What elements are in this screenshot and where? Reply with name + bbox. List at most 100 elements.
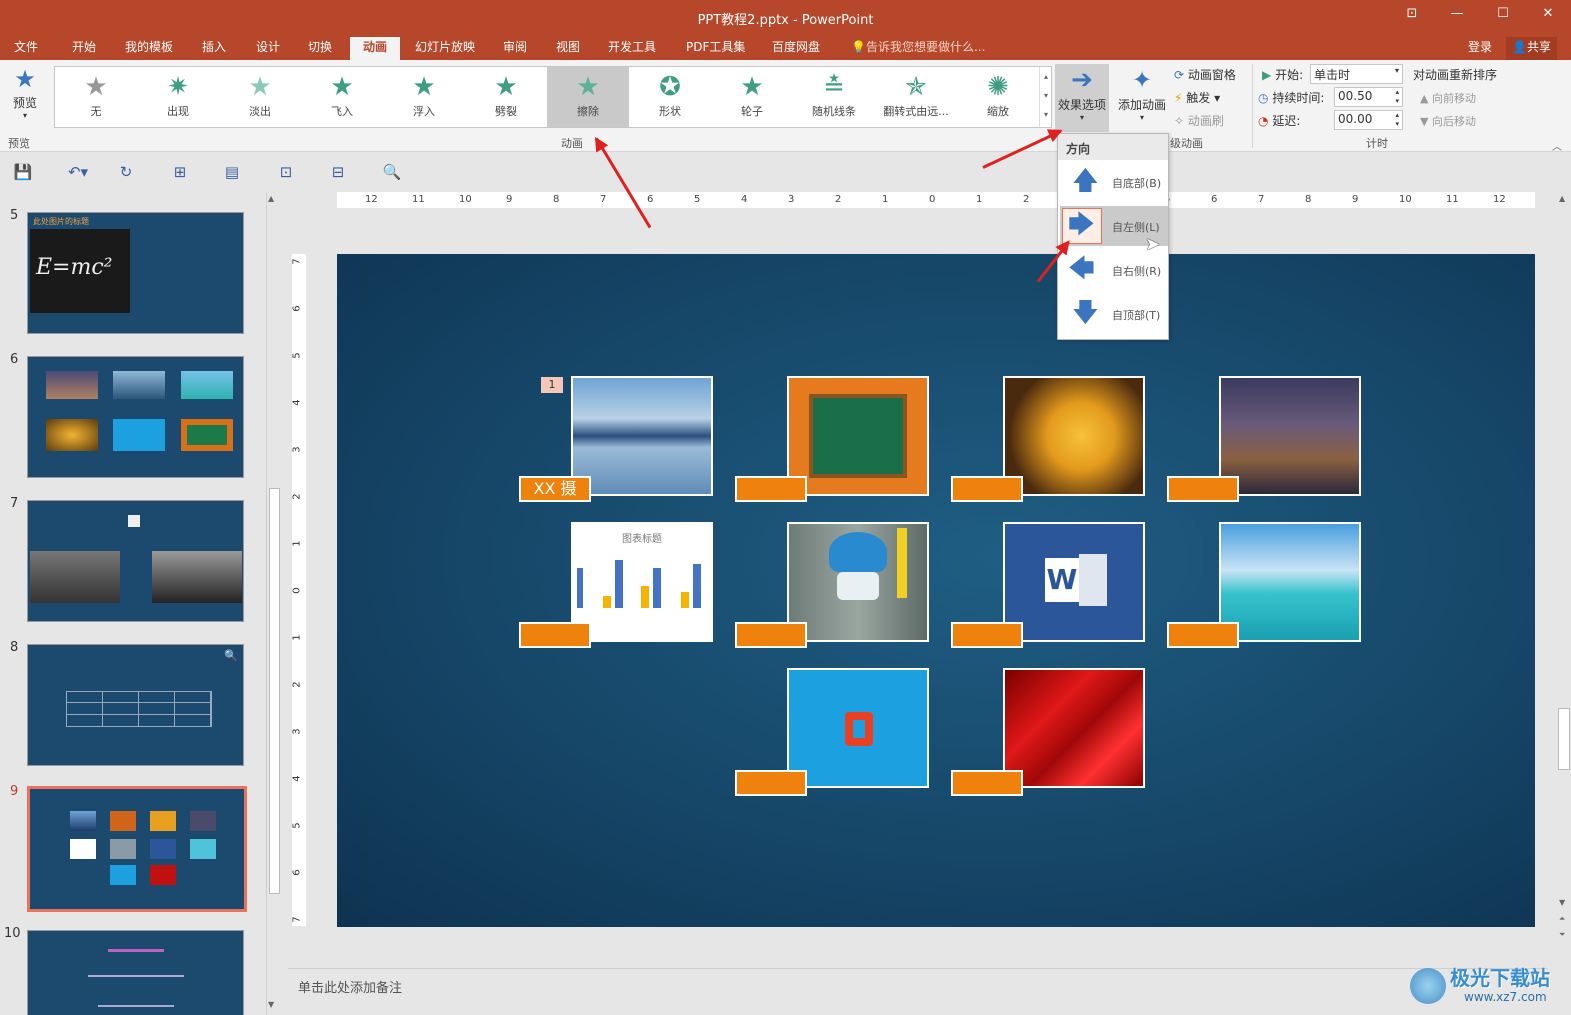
layout-icon[interactable]: ▤ [222,162,242,182]
animation-pane-button[interactable]: ⟳ 动画窗格 [1174,66,1236,83]
trigger-button[interactable]: ⚡ 触发 ▾ [1174,89,1220,106]
animation-none[interactable]: ★ 无 [55,67,137,127]
scrollbar-thumb[interactable] [1558,708,1570,770]
present-icon[interactable]: ⊟ [328,162,348,182]
gallery-scroll[interactable]: ▴ ▾ ▾ [1039,67,1052,127]
move-later-button[interactable]: ▼ 向后移动 [1420,113,1476,129]
duration-stepper[interactable]: 00.50 ▴ ▾ [1334,87,1403,107]
tab-transitions[interactable]: 切换 [302,37,338,60]
animation-float-in[interactable]: ★ 浮入 [383,67,465,127]
caption-box[interactable] [951,770,1023,796]
caption-box[interactable]: XX 摄 [519,476,591,502]
caption-box[interactable] [1167,622,1239,648]
direction-from-top[interactable]: 🡇 自顶部(T) [1060,294,1168,334]
notes-placeholder: 单击此处添加备注 [298,981,403,996]
scroll-down-icon[interactable]: ▼ [1559,898,1565,907]
slide-scrollbar[interactable]: ▲ ▼ ⏶ ⏷ [1556,192,1571,952]
tab-file[interactable]: 文件 [8,37,44,60]
move-earlier-button[interactable]: ▲ 向前移动 [1420,90,1476,106]
login-link[interactable]: 登录 [1462,37,1498,60]
slide-thumb-7[interactable] [27,500,244,622]
caption-box[interactable] [735,770,807,796]
photo-city-night[interactable] [1219,376,1361,496]
new-slide-icon[interactable]: ⊞ [170,162,190,182]
tab-baidu-netdisk[interactable]: 百度网盘 [766,37,826,60]
direction-from-right[interactable]: 🡄 自右侧(R) [1060,250,1168,290]
prev-slide-icon[interactable]: ⏶ [1559,914,1565,924]
slide-thumb-5[interactable]: 此处图片的标题 E=mc² [27,212,244,334]
redo-icon[interactable]: ↻ [116,162,136,182]
photo-chalkboard[interactable] [787,376,929,496]
photo-beach[interactable] [1219,522,1361,642]
tab-slideshow[interactable]: 幻灯片放映 [409,37,481,60]
caption-box[interactable] [735,622,807,648]
caption-box[interactable] [951,622,1023,648]
delay-stepper[interactable]: 00.00 ▴ ▾ [1334,110,1403,130]
slide-canvas[interactable]: 1 XX 摄 图表标题 W [337,254,1535,927]
preview-button[interactable]: ★ 预览 ▾ [6,64,44,124]
slide-thumb-6[interactable] [27,356,244,478]
slide-thumb-8[interactable]: 🔍 [27,644,244,766]
scrollbar-thumb[interactable] [269,488,280,894]
maximize-button[interactable]: ☐ [1491,6,1515,28]
caption-box[interactable] [1167,476,1239,502]
photo-bar-chart[interactable]: 图表标题 [571,522,713,642]
photo-doctor[interactable] [787,522,929,642]
tab-my-templates[interactable]: 我的模板 [119,37,179,60]
scroll-down-icon[interactable]: ▼ [268,1000,274,1009]
animation-grow-turn[interactable]: ✯ 翻转式由远... [875,67,957,127]
animation-random-bars[interactable]: ≛ 随机线条 [793,67,875,127]
animation-fly-in[interactable]: ★ 飞入 [301,67,383,127]
start-select[interactable]: 单击时 ▾ [1310,64,1403,84]
preview-magnifier-icon[interactable]: 🔍 [382,162,402,182]
lightning-icon: ⚡ [1174,91,1183,105]
photo-maple-leaf[interactable] [1003,376,1145,496]
caption-box[interactable] [951,476,1023,502]
tell-me-search[interactable]: 💡告诉我您想要做什么... [845,37,991,60]
tab-insert[interactable]: 插入 [196,37,232,60]
ribbon-tab-bar: 文件 开始 我的模板 插入 设计 切换 动画 幻灯片放映 审阅 视图 开发工具 … [0,34,1571,60]
animation-order-tag[interactable]: 1 [541,377,563,393]
animation-painter-button[interactable]: ✧ 动画刷 [1174,112,1224,129]
scroll-up-icon[interactable]: ▲ [268,194,274,203]
next-slide-icon[interactable]: ⏷ [1559,930,1565,940]
animation-split[interactable]: ★ 劈裂 [465,67,547,127]
scroll-up-icon[interactable]: ▲ [1559,194,1565,203]
caption-box[interactable] [735,476,807,502]
effect-options-button[interactable]: ➔ 效果选项 ▾ [1055,64,1109,132]
slide-thumb-10[interactable] [27,930,244,1015]
photo-office-logo[interactable] [787,668,929,788]
notes-pane[interactable]: 单击此处添加备注 [288,968,1548,1015]
tab-pdf-tools[interactable]: PDF工具集 [680,37,751,60]
ruler-tick-label: 0 [929,194,936,205]
star-icon: ≛ [823,72,845,102]
photo-mount-fuji[interactable] [571,376,713,496]
photo-red-silk[interactable] [1003,668,1145,788]
collapse-ribbon-icon[interactable]: ︿ [1552,138,1562,153]
thumbnail-scrollbar[interactable]: ▲ ▼ [266,192,282,1015]
photo-word-logo[interactable]: W [1003,522,1145,642]
animation-appear[interactable]: ✷ 出现 [137,67,219,127]
close-button[interactable]: ✕ [1536,6,1560,28]
tab-home[interactable]: 开始 [66,37,102,60]
tab-animations[interactable]: 动画 [350,37,400,60]
tab-view[interactable]: 视图 [550,37,586,60]
minimize-button[interactable]: — [1445,6,1469,28]
animation-wheel[interactable]: ★ 轮子 [711,67,793,127]
save-icon[interactable]: 💾 [13,162,33,182]
animation-fade[interactable]: ★ 淡出 [219,67,301,127]
animation-shape[interactable]: ✪ 形状 [629,67,711,127]
animation-wipe[interactable]: ★ 擦除 [547,67,629,127]
tab-developer[interactable]: 开发工具 [602,37,662,60]
direction-from-bottom[interactable]: 🡅 自底部(B) [1060,162,1168,202]
slideshow-icon[interactable]: ⊡ [276,162,296,182]
ribbon-display-icon[interactable]: ⊡ [1400,6,1424,28]
tab-review[interactable]: 审阅 [497,37,533,60]
share-button[interactable]: 👤共享 [1506,37,1557,60]
tab-design[interactable]: 设计 [250,37,286,60]
undo-icon[interactable]: ↶▾ [62,162,94,182]
animation-zoom[interactable]: ✺ 缩放 [957,67,1039,127]
add-animation-button[interactable]: ✦ 添加动画 ▾ [1114,64,1170,132]
caption-box[interactable] [519,622,591,648]
slide-thumb-9[interactable] [27,786,247,912]
